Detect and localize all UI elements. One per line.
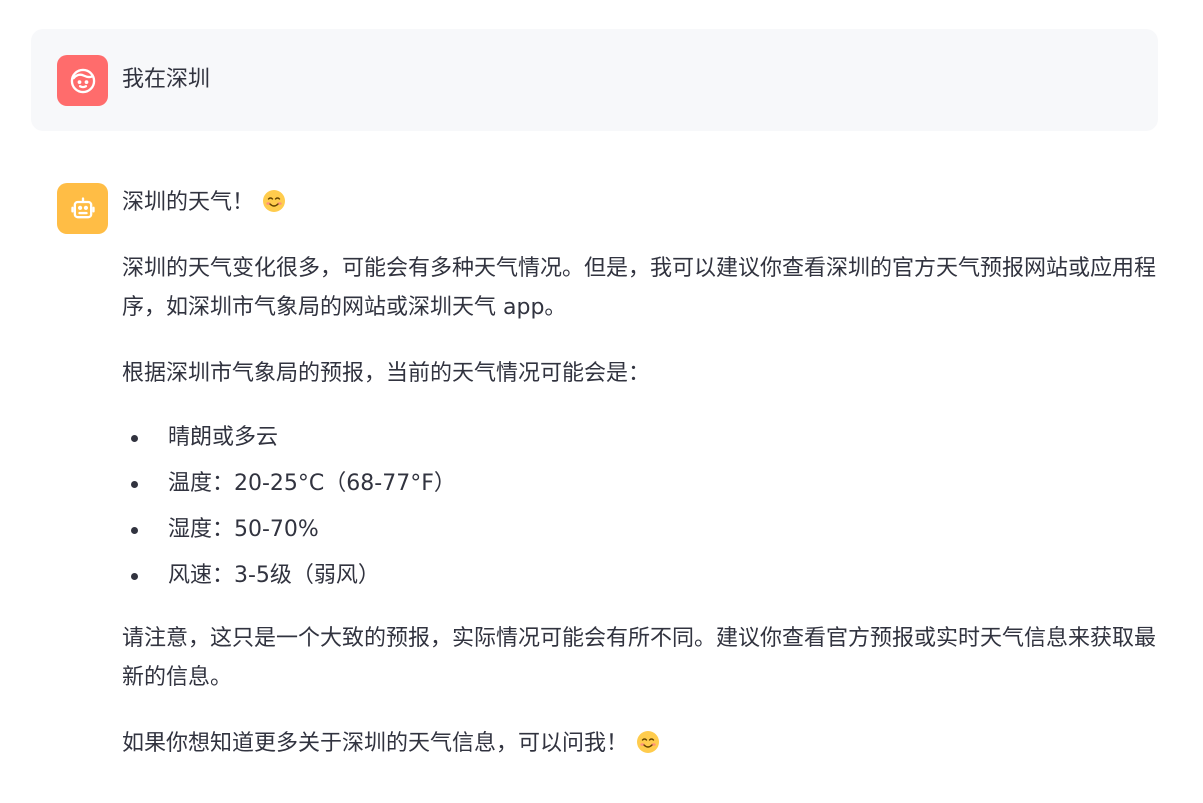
weather-bullet-list: 晴朗或多云 温度：20-25°C（68-77°F） 湿度：50-70% 风速：3… [122, 415, 1158, 599]
smiling-face-icon [70, 68, 95, 93]
user-avatar [57, 55, 108, 106]
robot-icon [70, 196, 95, 218]
assistant-heading: 深圳的天气！ [122, 183, 1158, 222]
assistant-avatar [57, 183, 108, 234]
list-item: 风速：3-5级（弱风） [122, 553, 1158, 599]
paragraph-3: 请注意，这只是一个大致的预报，实际情况可能会有所不同。建议你查看官方预报或实时天… [122, 626, 1157, 690]
paragraph-4-text: 如果你想知道更多关于深圳的天气信息，可以问我！ [122, 731, 629, 756]
paragraph-1: 深圳的天气变化很多，可能会有多种天气情况。但是，我可以建议你查看深圳的官方天气预… [122, 256, 1157, 320]
user-message-text: 我在深圳 [122, 67, 211, 92]
paragraph-4: 如果你想知道更多关于深圳的天气信息，可以问我！ [122, 724, 1158, 763]
user-message: 我在深圳 [31, 29, 1158, 131]
smiling-face-emoji [263, 190, 286, 212]
paragraph-2: 根据深圳市气象局的预报，当前的天气情况可能会是： [122, 361, 651, 386]
heading-text: 深圳的天气！ [122, 190, 255, 215]
list-item: 温度：20-25°C（68-77°F） [122, 461, 1158, 507]
assistant-message-body: 深圳的天气！ 深圳的天气变化很多，可能会有多种天气情况。但是，我可以建议你查看深… [122, 183, 1158, 763]
list-item: 湿度：50-70% [122, 507, 1158, 553]
smiling-face-emoji [637, 731, 660, 753]
list-item: 晴朗或多云 [122, 415, 1158, 461]
